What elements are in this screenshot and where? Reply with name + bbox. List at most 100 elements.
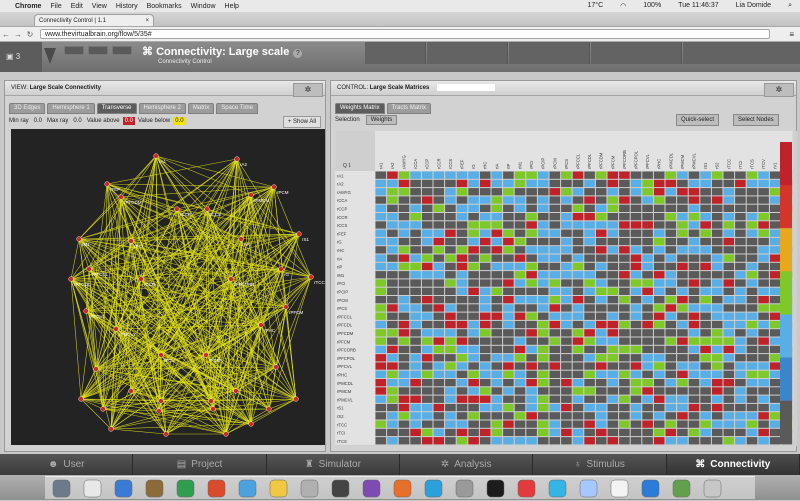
- matrix-cell[interactable]: [630, 304, 642, 312]
- matrix-cell[interactable]: [688, 204, 700, 212]
- matrix-column-label[interactable]: rCCA: [413, 159, 418, 169]
- matrix-cell[interactable]: [735, 320, 746, 329]
- matrix-cell[interactable]: [711, 354, 723, 362]
- control-title-input[interactable]: [437, 83, 496, 91]
- nav-user[interactable]: ☻ User: [0, 454, 134, 475]
- matrix-cell[interactable]: [758, 437, 769, 445]
- matrix-cell[interactable]: [456, 320, 468, 329]
- matrix-cell[interactable]: [595, 420, 607, 428]
- matrix-cell[interactable]: [619, 221, 630, 229]
- matrix-cell[interactable]: [526, 312, 537, 320]
- matrix-cell[interactable]: [398, 312, 410, 320]
- matrix-cell[interactable]: [584, 337, 595, 345]
- matrix-cell[interactable]: [735, 387, 746, 395]
- matrix-column-label[interactable]: rIP: [506, 163, 511, 169]
- matrix-cell[interactable]: [584, 262, 595, 271]
- matrix-cell[interactable]: [549, 428, 561, 437]
- matrix-cell[interactable]: [700, 196, 711, 204]
- matrix-cell[interactable]: [398, 196, 410, 204]
- matrix-cell[interactable]: [595, 254, 607, 262]
- matrix-cell[interactable]: [630, 345, 642, 354]
- matrix-cell[interactable]: [607, 237, 619, 246]
- matrix-cell[interactable]: [584, 379, 595, 387]
- matrix-cell[interactable]: [398, 254, 410, 262]
- matrix-cell[interactable]: [375, 262, 387, 271]
- matrix-cell[interactable]: [479, 395, 491, 403]
- matrix-cell[interactable]: [445, 403, 456, 412]
- matrix-cell[interactable]: [549, 362, 561, 370]
- matrix-cell[interactable]: [642, 296, 653, 304]
- matrix-cell[interactable]: [619, 370, 630, 378]
- matrix-cell[interactable]: [723, 354, 735, 362]
- matrix-cell[interactable]: [700, 229, 711, 237]
- matrix-row-label[interactable]: rIP: [337, 265, 343, 270]
- matrix-cell[interactable]: [561, 262, 572, 271]
- matrix-cell[interactable]: [537, 271, 549, 279]
- matrix-cell[interactable]: [526, 171, 537, 179]
- matrix-cell[interactable]: [607, 428, 619, 437]
- matrix-cell[interactable]: [572, 254, 584, 262]
- matrix-row-label[interactable]: rS1: [337, 406, 344, 411]
- matrix-cell[interactable]: [723, 428, 735, 437]
- brain-node[interactable]: [258, 322, 264, 328]
- brain-node[interactable]: [158, 352, 164, 358]
- matrix-cell[interactable]: [619, 320, 630, 329]
- matrix-cell[interactable]: [677, 337, 688, 345]
- matrix-cell[interactable]: [746, 370, 758, 378]
- matrix-cell[interactable]: [549, 379, 561, 387]
- matrix-cell[interactable]: [549, 279, 561, 287]
- matrix-cell[interactable]: [503, 237, 514, 246]
- matrix-cell[interactable]: [491, 171, 503, 179]
- matrix-cell[interactable]: [665, 271, 677, 279]
- matrix-cell[interactable]: [537, 320, 549, 329]
- matrix-cell[interactable]: [723, 279, 735, 287]
- matrix-cell[interactable]: [561, 354, 572, 362]
- matrix-column-label[interactable]: rS1: [703, 162, 708, 169]
- matrix-cell[interactable]: [723, 412, 735, 420]
- matrix-cell[interactable]: [456, 345, 468, 354]
- matrix-cell[interactable]: [491, 329, 503, 337]
- matrix-cell[interactable]: [769, 312, 781, 320]
- brain-node[interactable]: [233, 388, 239, 394]
- matrix-cell[interactable]: [607, 370, 619, 378]
- matrix-cell[interactable]: [619, 354, 630, 362]
- matrix-cell[interactable]: [410, 354, 421, 362]
- matrix-cell[interactable]: [653, 420, 665, 428]
- matrix-cell[interactable]: [746, 395, 758, 403]
- matrix-cell[interactable]: [677, 221, 688, 229]
- matrix-cell[interactable]: [549, 403, 561, 412]
- matrix-cell[interactable]: [584, 279, 595, 287]
- matrix-cell[interactable]: [653, 304, 665, 312]
- matrix-cell[interactable]: [537, 345, 549, 354]
- matrix-cell[interactable]: [537, 188, 549, 196]
- matrix-cell[interactable]: [387, 329, 398, 337]
- matrix-cell[interactable]: [700, 221, 711, 229]
- matrix-cell[interactable]: [653, 287, 665, 295]
- matrix-cell[interactable]: [514, 329, 526, 337]
- matrix-cell[interactable]: [398, 395, 410, 403]
- matrix-cell[interactable]: [584, 362, 595, 370]
- matrix-cell[interactable]: [479, 229, 491, 237]
- matrix-cell[interactable]: [723, 196, 735, 204]
- min-ray-value[interactable]: 0.0: [32, 117, 44, 125]
- matrix-cell[interactable]: [630, 370, 642, 378]
- matrix-cell[interactable]: [503, 304, 514, 312]
- matrix-column-label[interactable]: rPFCDM: [599, 152, 604, 169]
- matrix-cell[interactable]: [711, 254, 723, 262]
- matrix-cell[interactable]: [398, 179, 410, 188]
- matrix-cell[interactable]: [595, 229, 607, 237]
- matrix-cell[interactable]: [514, 196, 526, 204]
- tab-hemisphere-1[interactable]: Hemisphere 1: [47, 103, 95, 114]
- matrix-cell[interactable]: [595, 437, 607, 445]
- matrix-row-label[interactable]: rPFCVL: [337, 364, 353, 369]
- matrix-column-label[interactable]: rPCM: [552, 158, 557, 169]
- matrix-cell[interactable]: [456, 296, 468, 304]
- matrix-cell[interactable]: [688, 179, 700, 188]
- matrix-cell[interactable]: [642, 403, 653, 412]
- matrix-cell[interactable]: [619, 171, 630, 179]
- matrix-cell[interactable]: [746, 329, 758, 337]
- matrix-cell[interactable]: [387, 271, 398, 279]
- matrix-cell[interactable]: [491, 354, 503, 362]
- matrix-cell[interactable]: [584, 395, 595, 403]
- matrix-cell[interactable]: [711, 304, 723, 312]
